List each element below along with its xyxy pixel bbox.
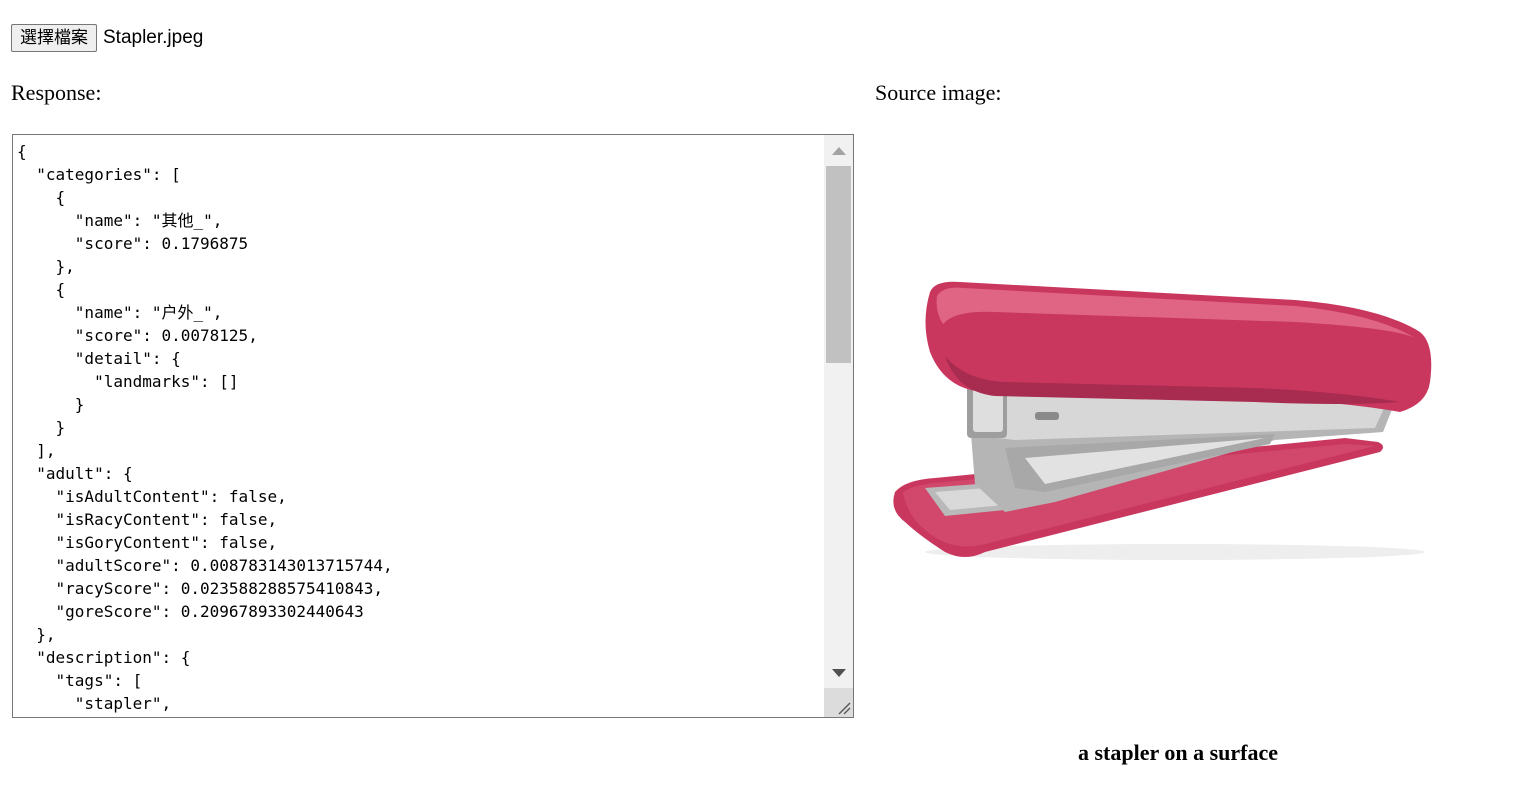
- source-image-label: Source image:: [875, 80, 1002, 105]
- response-label: Response:: [11, 80, 102, 105]
- source-image: [875, 252, 1450, 582]
- resize-handle-icon[interactable]: [824, 688, 853, 717]
- response-json-text: { "categories": [ { "name": "其他_", "scor…: [17, 142, 393, 713]
- response-textarea[interactable]: { "categories": [ { "name": "其他_", "scor…: [12, 134, 854, 718]
- vertical-scrollbar[interactable]: [824, 135, 853, 717]
- scroll-down-arrow-icon[interactable]: [824, 657, 853, 688]
- scroll-thumb[interactable]: [826, 166, 851, 363]
- scroll-up-arrow-icon[interactable]: [824, 135, 853, 166]
- stapler-image: [893, 281, 1432, 560]
- file-input[interactable]: 選擇檔案 Stapler.jpeg: [11, 24, 203, 52]
- image-caption: a stapler on a surface: [1077, 740, 1279, 765]
- choose-file-button[interactable]: 選擇檔案: [11, 24, 97, 52]
- selected-file-name: Stapler.jpeg: [103, 27, 204, 48]
